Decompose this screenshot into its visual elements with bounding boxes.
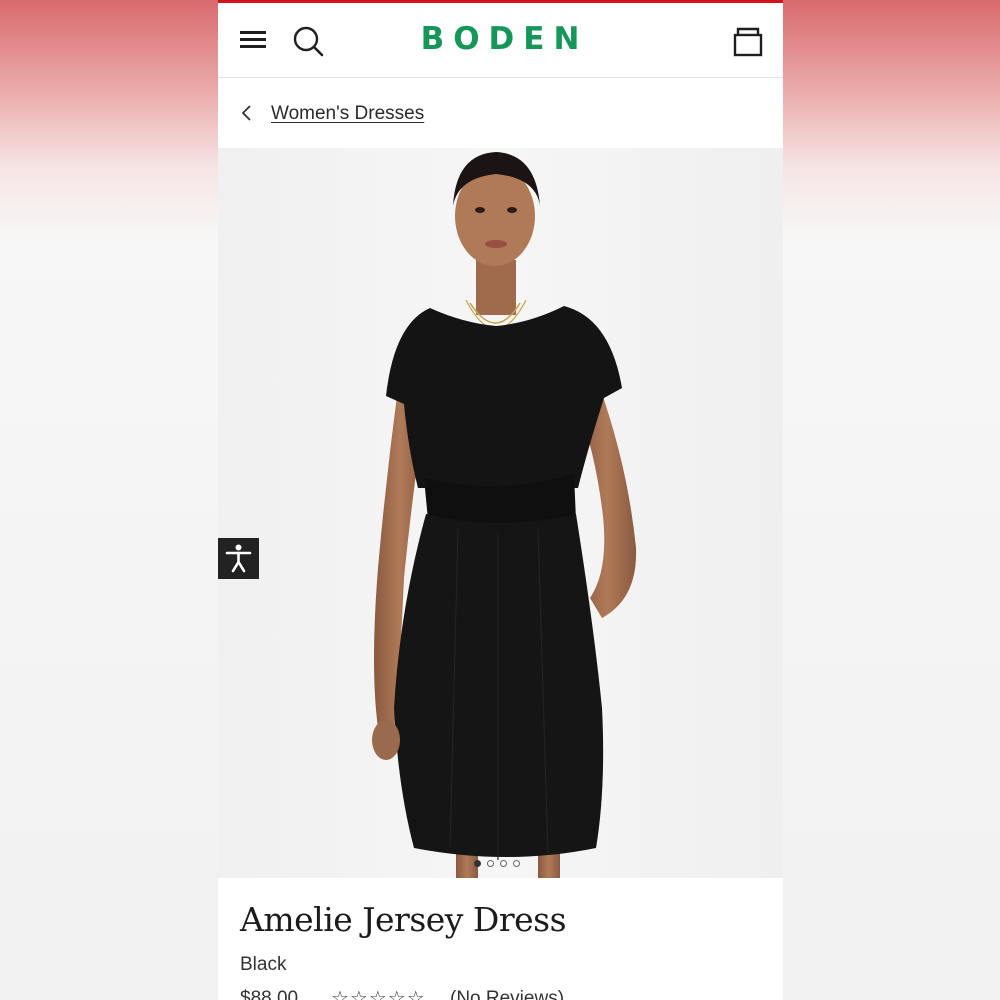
accessibility-person-icon (225, 544, 252, 573)
chevron-left-icon[interactable] (240, 104, 254, 122)
reviews-link[interactable]: (No Reviews) (450, 988, 564, 1000)
rating-stars-icon[interactable]: ☆☆☆☆☆ (331, 986, 426, 1000)
brand-logo[interactable]: BODEN (218, 21, 783, 57)
breadcrumb-link-womens-dresses[interactable]: Women's Dresses (271, 103, 424, 125)
pagination-dot-4[interactable] (513, 860, 520, 867)
product-color: Black (240, 954, 287, 975)
pagination-dot-1[interactable] (474, 860, 481, 867)
accessibility-button[interactable] (218, 538, 259, 579)
mobile-page: BODEN Women's Dresses Amelie Jersey Dres… (218, 0, 783, 1000)
pagination-dot-3[interactable] (500, 860, 507, 867)
shopping-bag-icon[interactable] (733, 25, 763, 57)
product-price: $88.00 (240, 988, 299, 1000)
product-info: Amelie Jersey Dress Black $88.00 ☆☆☆☆☆ (… (218, 878, 783, 1000)
site-header: BODEN (218, 3, 783, 78)
pagination-dot-2[interactable] (487, 860, 494, 867)
breadcrumb: Women's Dresses (218, 78, 783, 148)
product-title: Amelie Jersey Dress (240, 900, 567, 939)
product-image[interactable] (218, 148, 783, 878)
